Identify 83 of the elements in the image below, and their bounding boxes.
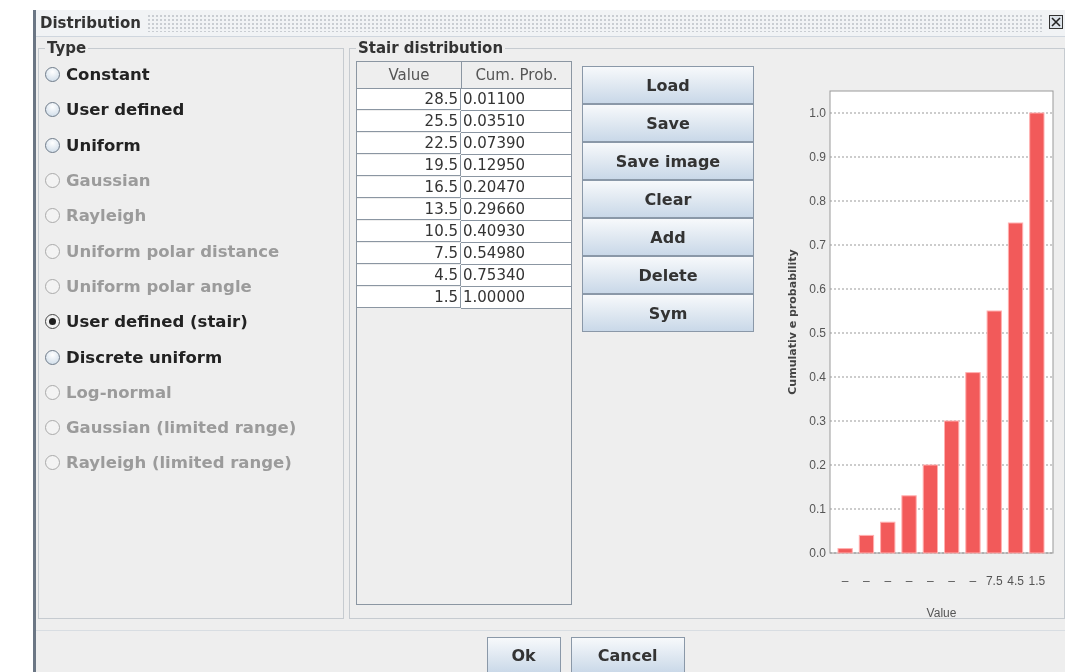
panel-title: Stair distribution xyxy=(357,39,505,57)
radio-button-icon[interactable] xyxy=(45,349,60,365)
table-cell: 0.01100 xyxy=(461,89,571,111)
option-label: Uniform polar angle xyxy=(66,276,252,296)
y-tick-label: 0.3 xyxy=(809,414,826,428)
option-label: Rayleigh (limited range) xyxy=(66,453,292,473)
x-tick-label: 1.5 xyxy=(1028,574,1046,588)
radio-button-icon[interactable] xyxy=(45,102,60,118)
action-button[interactable]: Sym xyxy=(582,294,754,332)
y-tick-label: 0.0 xyxy=(809,546,826,560)
option-label: Discrete uniform xyxy=(66,347,223,367)
table-cell: 0.75340 xyxy=(461,265,571,287)
table-cell: 0.40930 xyxy=(461,221,571,243)
table-cell: 0.29660 xyxy=(461,199,571,221)
option-label: User defined xyxy=(66,100,185,120)
bar xyxy=(837,548,853,554)
x-tick-label: – xyxy=(841,574,849,588)
radio-option[interactable]: Constant xyxy=(45,57,337,93)
action-button[interactable]: Clear xyxy=(582,180,754,218)
action-button[interactable]: Add xyxy=(582,218,754,256)
table-cell: 19.5 xyxy=(357,155,461,176)
x-tick-label: – xyxy=(905,574,913,588)
x-axis-title: Value xyxy=(926,606,957,620)
close-button[interactable] xyxy=(1049,15,1065,31)
option-label: Rayleigh xyxy=(66,206,147,226)
x-tick-label: – xyxy=(969,574,977,588)
dialog-button[interactable]: Ok xyxy=(486,637,561,672)
table-cell: 1.5 xyxy=(357,287,461,308)
option-label: User defined (stair) xyxy=(66,312,248,332)
table-cell: 13.5 xyxy=(357,199,461,220)
radio-button-icon[interactable] xyxy=(45,67,60,83)
x-tick-label: – xyxy=(927,574,934,588)
table-cell: 16.5 xyxy=(357,177,461,198)
action-button[interactable]: Delete xyxy=(582,256,754,294)
y-tick-label: 0.2 xyxy=(809,458,826,472)
option-label: Uniform polar distance xyxy=(66,241,280,261)
bar xyxy=(901,495,917,554)
y-axis-title: Cumulativ e probability xyxy=(786,249,799,395)
table-cell: 25.5 xyxy=(357,111,461,132)
radio-option[interactable]: User defined xyxy=(45,92,337,128)
action-button[interactable]: Save xyxy=(582,104,754,142)
table-cell: 0.12950 xyxy=(461,155,571,177)
table-cell: 10.5 xyxy=(357,221,461,242)
action-button[interactable]: Load xyxy=(582,66,754,104)
radio-option[interactable]: Discrete uniform xyxy=(45,339,337,375)
option-label: Log-normal xyxy=(66,382,172,402)
y-tick-label: 0.8 xyxy=(809,194,826,208)
table-cell: 0.07390 xyxy=(461,133,571,155)
bar xyxy=(880,521,896,554)
table-cell: 4.5 xyxy=(357,265,461,286)
y-tick-label: 0.4 xyxy=(809,370,826,384)
option-label: Gaussian xyxy=(66,171,151,191)
table-cell: 22.5 xyxy=(357,133,461,154)
y-tick-label: 0.7 xyxy=(809,238,826,252)
y-tick-label: 0.6 xyxy=(809,282,826,296)
radio-option[interactable]: User defined (stair) xyxy=(45,304,337,340)
table-cell: 1.00000 xyxy=(461,287,571,309)
x-tick-label: 4.5 xyxy=(1007,574,1024,588)
radio-option[interactable]: Uniform xyxy=(45,127,337,163)
panel-title: Type xyxy=(46,39,88,57)
radio-button-icon[interactable] xyxy=(45,137,60,153)
table-cell: 28.5 xyxy=(357,89,461,110)
dialog-button[interactable]: Cancel xyxy=(570,637,685,672)
window-title: Distribution xyxy=(40,14,141,32)
action-button[interactable]: Save image xyxy=(582,142,754,180)
x-tick-label: – xyxy=(948,574,955,588)
table-cell: 0.03510 xyxy=(461,111,571,133)
y-tick-label: 1.0 xyxy=(809,106,826,120)
x-tick-label: 7.5 xyxy=(985,574,1003,588)
table-cell: 0.20470 xyxy=(461,177,571,199)
option-label: Constant xyxy=(66,65,150,85)
x-tick-label: – xyxy=(884,574,892,588)
close-icon xyxy=(1049,15,1063,29)
y-tick-label: 0.9 xyxy=(809,150,826,164)
option-label: Uniform xyxy=(66,135,141,155)
y-tick-label: 0.1 xyxy=(809,502,826,516)
table-cell: 7.5 xyxy=(357,243,461,264)
table-cell: 0.54980 xyxy=(461,243,571,265)
x-tick-label: – xyxy=(863,574,870,588)
y-tick-label: 0.5 xyxy=(809,326,826,340)
option-label: Gaussian (limited range) xyxy=(66,418,297,438)
bar xyxy=(858,534,875,554)
radio-button-icon[interactable] xyxy=(45,314,60,330)
